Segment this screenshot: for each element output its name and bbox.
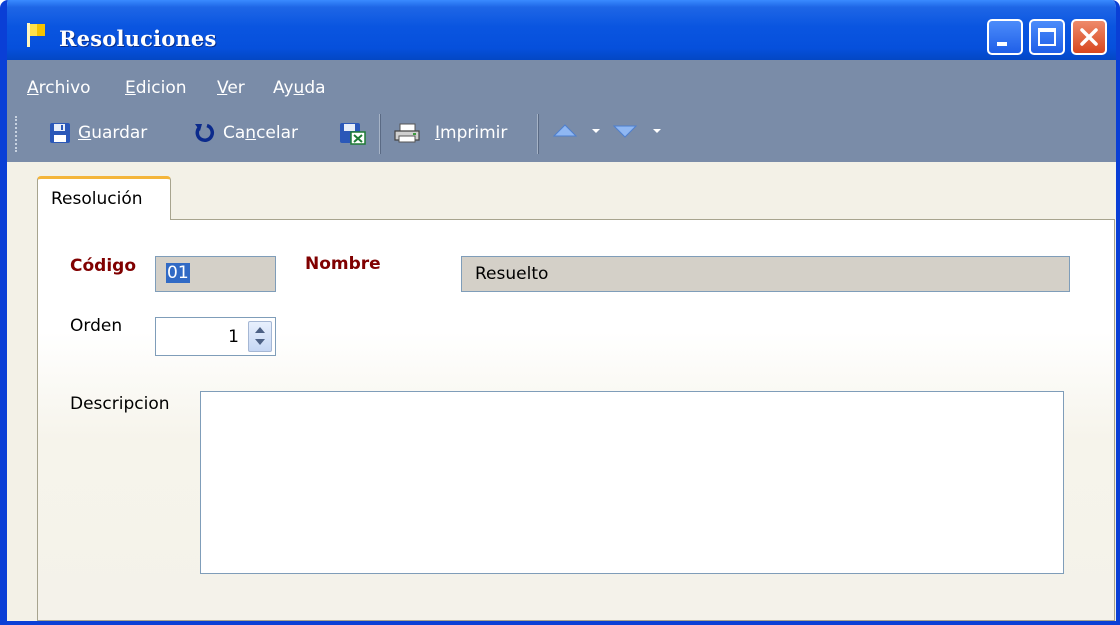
menu-ayuda[interactable]: Ayuda xyxy=(273,78,326,98)
content-area: Resolución Código 01 Nombre Resuelto Ord… xyxy=(7,162,1116,621)
menu-bar: Archivo Edicion Ver Ayuda xyxy=(7,60,1116,102)
close-button[interactable] xyxy=(1071,19,1107,55)
next-record-dropdown[interactable] xyxy=(651,122,663,140)
previous-record-dropdown[interactable] xyxy=(590,122,602,140)
orden-stepper[interactable]: 1 xyxy=(155,317,276,356)
floppy-excel-icon xyxy=(340,123,366,145)
maximize-icon xyxy=(1038,28,1056,46)
save-button[interactable]: Guardar xyxy=(49,122,147,144)
save-excel-button[interactable] xyxy=(339,122,367,146)
codigo-value: 01 xyxy=(166,263,190,283)
toolbar-grip[interactable] xyxy=(15,116,20,152)
toolbar-separator xyxy=(379,114,381,154)
save-label: Guardar xyxy=(78,123,148,143)
orden-value: 1 xyxy=(228,327,239,347)
chevron-down-icon xyxy=(592,129,600,133)
codigo-field[interactable]: 01 xyxy=(155,256,276,292)
tab-resolucion[interactable]: Resolución xyxy=(37,176,171,220)
nombre-label: Nombre xyxy=(305,254,381,274)
nombre-field[interactable]: Resuelto xyxy=(461,256,1070,292)
floppy-disk-icon xyxy=(50,123,70,143)
descripcion-textarea[interactable] xyxy=(200,391,1064,574)
orden-label: Orden xyxy=(70,316,123,336)
window-title: Resoluciones xyxy=(59,26,217,51)
previous-record-button[interactable] xyxy=(553,122,579,140)
menu-ver[interactable]: Ver xyxy=(217,78,245,98)
print-label: Imprimir xyxy=(435,123,508,143)
tab-panel: Código 01 Nombre Resuelto Orden 1 Descri… xyxy=(37,219,1115,621)
app-window: Resoluciones Archivo Edicion Ver Ayuda G… xyxy=(0,0,1120,625)
tab-label: Resolución xyxy=(51,189,143,209)
minimize-button[interactable] xyxy=(987,19,1023,55)
undo-icon xyxy=(195,123,215,142)
toolbar: Guardar Cancelar Imprimir xyxy=(7,102,1116,162)
arrow-up-icon xyxy=(553,124,578,137)
menu-archivo[interactable]: Archivo xyxy=(27,78,91,98)
minimize-icon xyxy=(997,42,1007,46)
cancel-label: Cancelar xyxy=(223,123,299,143)
orden-spin-buttons[interactable] xyxy=(248,321,272,352)
chevron-down-icon xyxy=(653,129,661,133)
codigo-label: Código xyxy=(70,256,136,276)
arrow-down-icon xyxy=(613,125,638,138)
title-bar[interactable]: Resoluciones xyxy=(7,0,1116,60)
menu-edicion[interactable]: Edicion xyxy=(125,78,187,98)
nombre-value: Resuelto xyxy=(475,264,549,284)
next-record-button[interactable] xyxy=(613,122,639,140)
descripcion-label: Descripcion xyxy=(70,394,170,414)
cancel-button[interactable]: Cancelar xyxy=(193,122,298,144)
printer-icon xyxy=(394,123,420,143)
maximize-button[interactable] xyxy=(1029,19,1065,55)
print-button[interactable]: Imprimir xyxy=(393,122,507,144)
spin-arrows-icon xyxy=(255,327,265,345)
flag-icon xyxy=(27,23,45,47)
close-icon xyxy=(1080,28,1098,46)
toolbar-separator xyxy=(537,114,539,154)
